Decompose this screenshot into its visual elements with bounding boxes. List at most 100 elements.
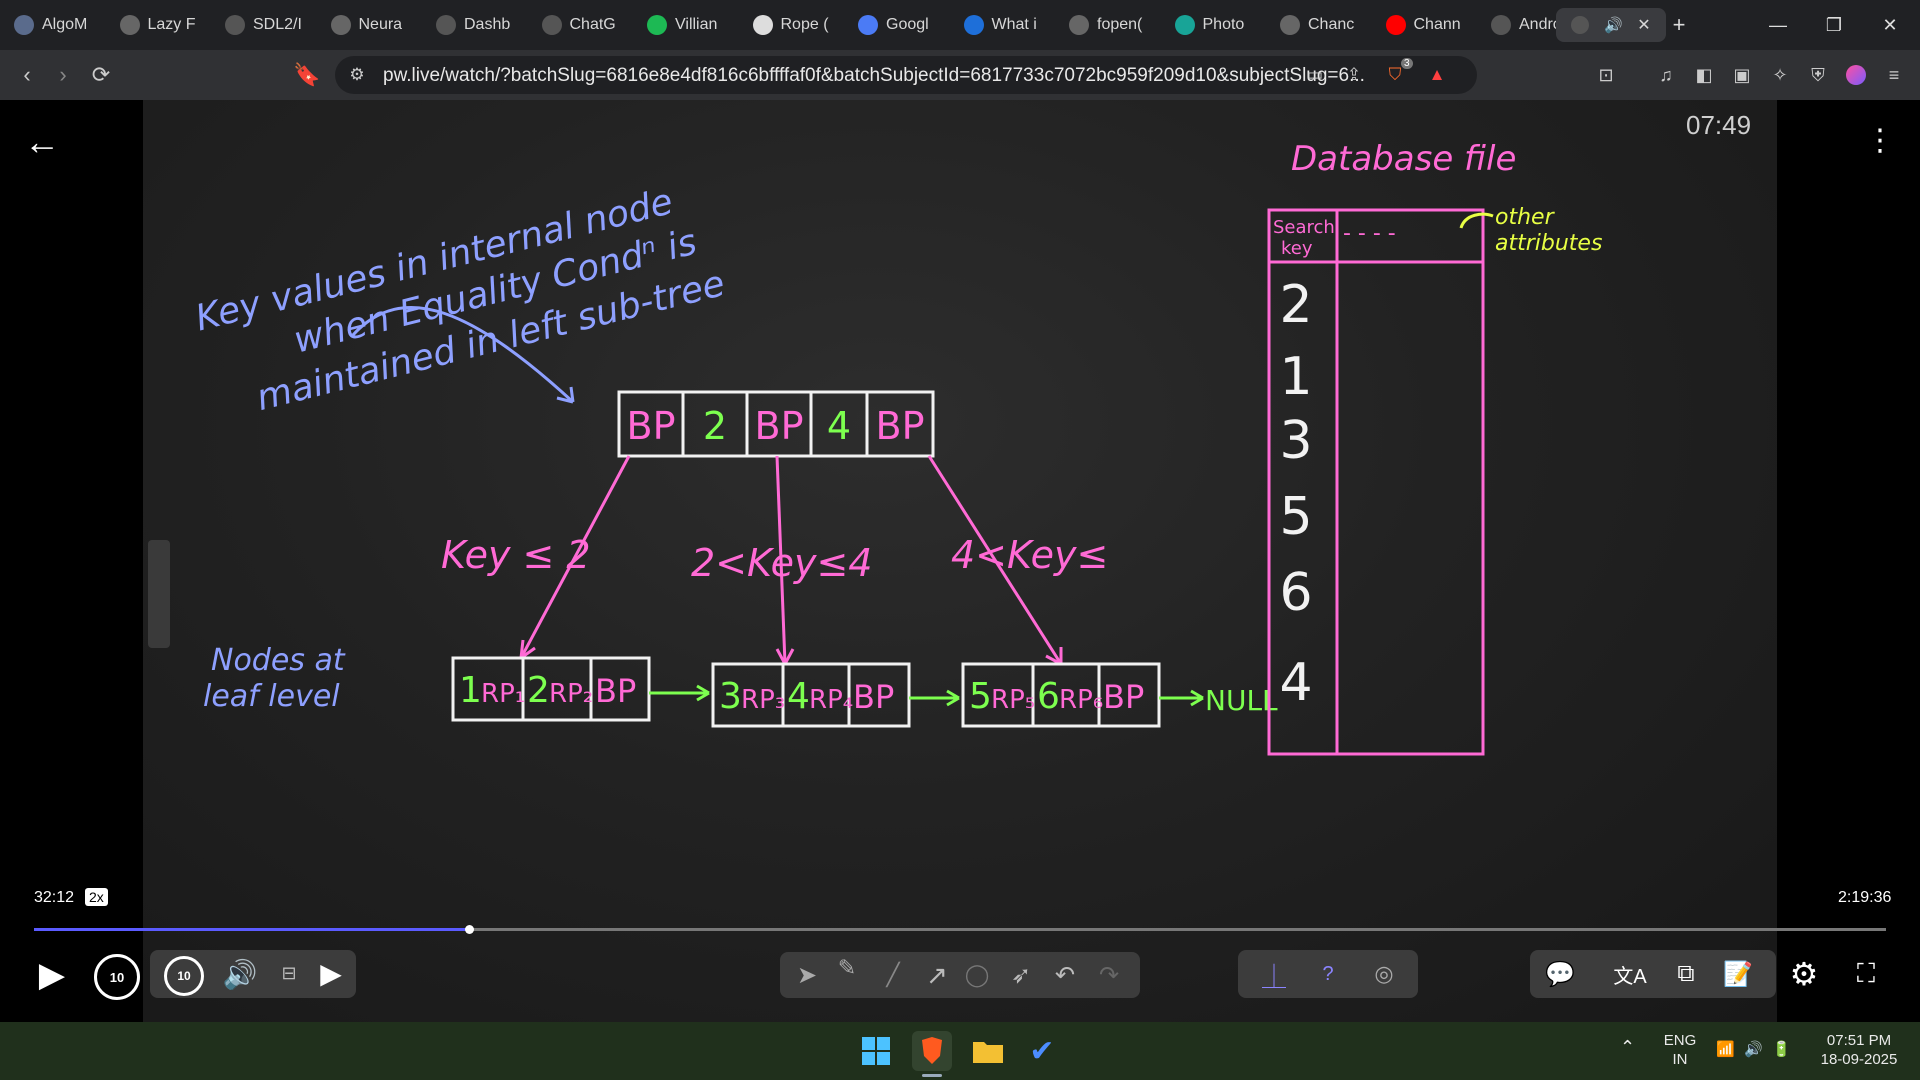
side-handle[interactable] (148, 540, 170, 648)
minimize-button[interactable]: — (1750, 0, 1806, 50)
redo-icon[interactable]: ↷ (1092, 958, 1126, 992)
url-text[interactable]: pw.live/watch/?batchSlug=6816e8e4df816c6… (383, 65, 1365, 87)
whiteboard-drawing: Key values in internal node when Equalit… (191, 139, 1602, 756)
pip-icon[interactable]: ⧉ (1668, 956, 1704, 992)
share-icon[interactable]: ⇪ (1342, 63, 1366, 87)
elapsed-time: 32:12 (34, 889, 75, 906)
progress-fill (34, 928, 469, 931)
leaf1-rp2: RP₂ (549, 679, 593, 709)
highlighter-icon[interactable]: ➶ (1004, 958, 1038, 992)
leo-ai-icon[interactable]: ✧ (1768, 63, 1792, 87)
restore-button[interactable]: ❐ (1806, 0, 1862, 50)
language-indicator[interactable]: ENG IN (1660, 1031, 1700, 1069)
cast-icon[interactable]: ▭ (1303, 63, 1327, 87)
address-bar[interactable]: ⚙ pw.live/watch/?batchSlug=6816e8e4df816… (335, 56, 1477, 94)
spotify-icon (647, 15, 667, 35)
menu-icon[interactable]: ≡ (1882, 63, 1906, 87)
browser-tab[interactable]: SDL2/I (225, 8, 317, 42)
browser-tab[interactable]: Neura (330, 8, 423, 42)
browser-tab[interactable]: Googl (858, 8, 950, 42)
interaction-panel: ⏊ ? ◎ (1238, 950, 1418, 998)
arrow-icon[interactable]: ↗ (920, 958, 954, 992)
battery-icon[interactable]: 🔋 (1772, 1040, 1791, 1059)
profile-icon[interactable] (1844, 63, 1868, 87)
leaf2-rp1: RP₃ (741, 685, 785, 715)
forward-10-icon[interactable]: 10 (164, 956, 204, 996)
browser-tab[interactable]: ChatG (541, 8, 634, 42)
undo-icon[interactable]: ↶ (1048, 958, 1082, 992)
rewind-10-icon[interactable]: 10 (94, 954, 140, 1000)
more-options-icon[interactable]: ⋮ (1862, 118, 1898, 162)
leaf1-rp1: RP₁ (481, 679, 525, 709)
play-icon[interactable]: ▶ (30, 953, 74, 997)
browser-tab[interactable]: AlgoM (14, 8, 106, 42)
line-icon[interactable]: ╱ (876, 958, 910, 992)
browser-tab[interactable]: Chann (1385, 8, 1478, 42)
active-tab[interactable]: 🔊 ✕ (1556, 8, 1666, 42)
leaf3-rp1: RP₅ (991, 685, 1035, 715)
close-icon[interactable]: ✕ (1637, 15, 1650, 35)
translate-icon[interactable]: 文A (1610, 956, 1650, 992)
back-button[interactable]: ‹ (10, 59, 44, 91)
music-icon[interactable]: ♫ (1654, 63, 1678, 87)
wifi-icon[interactable]: 📶 (1716, 1040, 1735, 1059)
browser-tab[interactable]: Chanc (1280, 8, 1372, 42)
video-player[interactable]: Key values in internal node when Equalit… (0, 100, 1920, 1022)
speaker-icon[interactable]: 🔊 (1604, 16, 1623, 34)
windows-start-icon[interactable] (856, 1031, 896, 1071)
db-key-row-1: 2 (1279, 275, 1312, 335)
settings-icon[interactable]: ⚙ (1784, 954, 1824, 994)
raise-hand-icon[interactable]: ⏊ (1256, 956, 1292, 992)
browser-tab[interactable]: Rope ( (752, 8, 845, 42)
notes-edit-icon[interactable]: 📝 (1718, 956, 1758, 992)
camera-icon[interactable]: ◎ (1366, 956, 1402, 992)
site-settings-icon[interactable]: ⚙ (345, 63, 369, 87)
brave-browser-icon[interactable] (912, 1031, 952, 1071)
shape-icon[interactable]: ◯ (960, 958, 994, 992)
browser-tab[interactable]: Villian (647, 8, 739, 42)
browser-tab[interactable]: What i (963, 8, 1056, 42)
leaf-label-line-1: Nodes at (211, 643, 346, 678)
browser-tab[interactable]: Lazy F (119, 8, 212, 42)
volume-icon[interactable]: 🔊 (220, 954, 260, 994)
bookmark-icon[interactable]: 🔖 (290, 59, 324, 91)
clock[interactable]: 07:51 PM 18-09-2025 (1812, 1031, 1906, 1069)
root-cell-2: 2 (703, 404, 727, 448)
back-arrow-icon[interactable]: ← (22, 121, 62, 162)
sidebar-icon[interactable]: ◧ (1692, 63, 1716, 87)
region-code: IN (1672, 1051, 1688, 1068)
next-icon[interactable]: ▶ (314, 956, 348, 990)
reader-mode-icon[interactable]: ⊡ (1594, 63, 1618, 87)
volume-tray-icon[interactable]: 🔊 (1744, 1040, 1763, 1059)
doubt-icon[interactable]: ? (1310, 956, 1346, 992)
progress-knob[interactable] (465, 925, 474, 934)
condition-right: 4<Key≤ (951, 533, 1108, 577)
window-close-button[interactable]: ✕ (1862, 0, 1918, 50)
chat-icon[interactable]: 💬 (1542, 956, 1578, 992)
taskbar-date: 18-09-2025 (1820, 1051, 1898, 1068)
pen-icon[interactable]: ✎ (830, 948, 864, 988)
forward-button[interactable]: › (46, 59, 80, 91)
wallet-icon[interactable]: ▣ (1730, 63, 1754, 87)
leaf1-bp: BP (595, 672, 636, 710)
reload-button[interactable]: ⟳ (84, 59, 118, 91)
progress-track[interactable] (34, 925, 1886, 934)
speed-badge[interactable]: 2x (85, 888, 108, 906)
new-tab-button[interactable]: + (1662, 8, 1696, 42)
null-label: NULL (1205, 684, 1278, 717)
root-cell-5: BP (876, 404, 925, 448)
tray-overflow-icon[interactable]: ⌃ (1620, 1038, 1635, 1057)
condition-middle: 2<Key≤4 (691, 541, 872, 585)
brave-rewards-icon[interactable]: ▲ (1425, 63, 1449, 87)
browser-tab[interactable]: Photo (1174, 8, 1267, 42)
todo-icon[interactable]: ✔ (1022, 1031, 1062, 1071)
browser-tab[interactable]: fopen( (1069, 8, 1161, 42)
cursor-icon[interactable]: ➤ (790, 958, 824, 992)
db-key-row-5: 6 (1279, 563, 1312, 623)
browser-tab[interactable]: Dashb (436, 8, 528, 42)
file-explorer-icon[interactable] (968, 1031, 1008, 1071)
vpn-icon[interactable]: ⛨ (1806, 63, 1830, 87)
youtube-icon (1385, 15, 1406, 35)
notes-icon[interactable]: ⊟ (274, 958, 304, 988)
fullscreen-icon[interactable]: ⛶ (1848, 956, 1884, 992)
